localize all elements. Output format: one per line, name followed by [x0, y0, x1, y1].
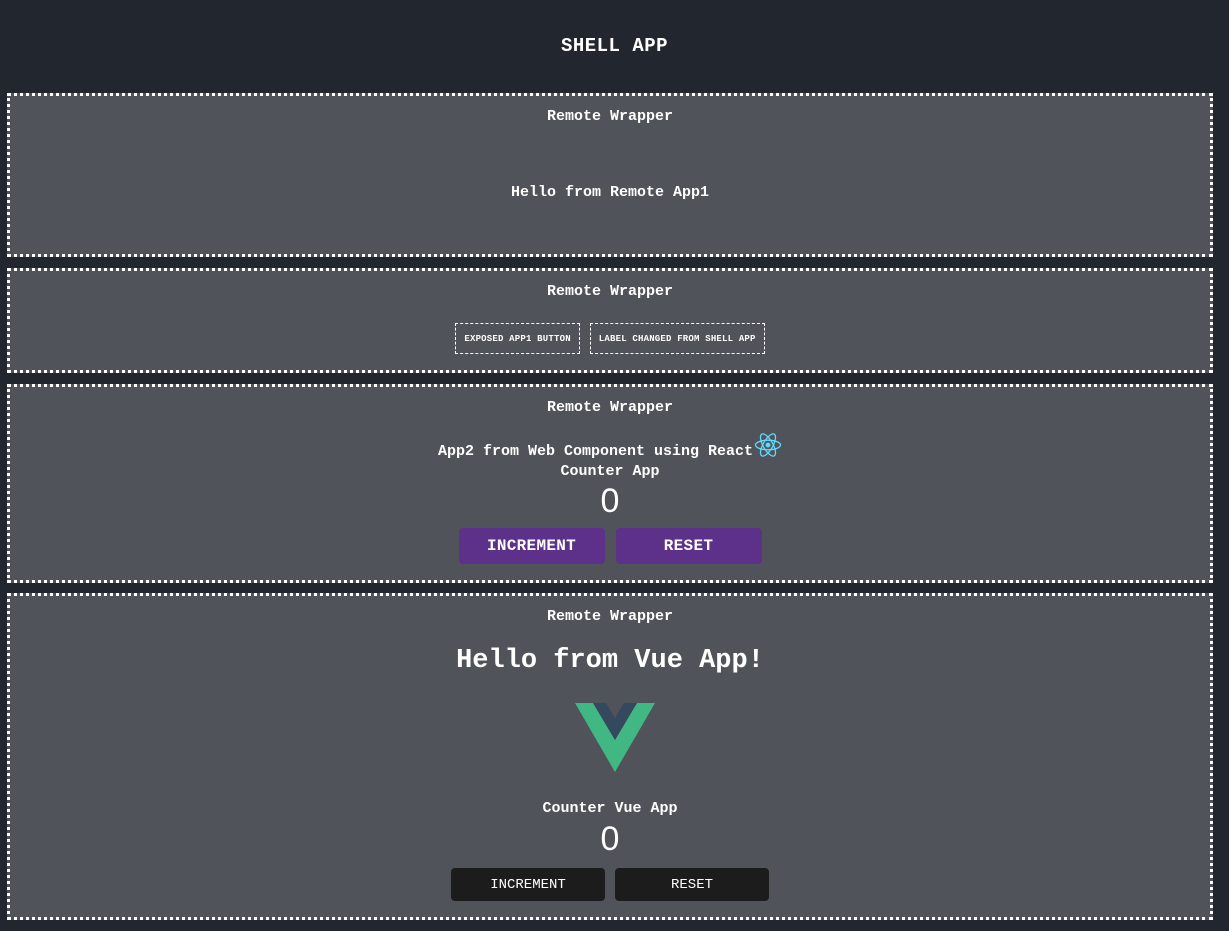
wrapper-title: Remote Wrapper — [546, 108, 674, 125]
remote-wrapper-vue-app: Remote Wrapper Hello from Vue App! Count… — [7, 593, 1213, 920]
label-changed-button[interactable]: LABEL CHANGED FROM SHELL APP — [589, 323, 765, 354]
vue-reset-button[interactable]: RESET — [615, 868, 769, 901]
page-title: SHELL APP — [560, 35, 669, 57]
react-counter-controls: INCREMENT RESET — [10, 528, 1210, 564]
wrapper-title: Remote Wrapper — [546, 608, 674, 625]
vue-counter-title: Counter Vue App — [542, 800, 678, 817]
vue-increment-button[interactable]: INCREMENT — [451, 868, 605, 901]
vue-app-heading: Hello from Vue App! — [456, 646, 764, 676]
vue-counter-controls: INCREMENT RESET — [10, 868, 1210, 901]
react-reset-button[interactable]: RESET — [615, 528, 762, 564]
app2-heading: App2 from Web Component using React — [10, 432, 1210, 460]
react-increment-button[interactable]: INCREMENT — [458, 528, 605, 564]
counter-app-title: Counter App — [560, 463, 660, 480]
app2-heading-text: App2 from Web Component using React — [437, 443, 754, 460]
vue-logo-icon — [575, 703, 655, 772]
vue-counter-value: 0 — [600, 820, 620, 858]
exposed-app1-button[interactable]: EXPOSED APP1 BUTTON — [455, 323, 580, 354]
react-counter-value: 0 — [600, 482, 620, 520]
remote-app1-message: Hello from Remote App1 — [510, 184, 710, 201]
shell-header: SHELL APP — [0, 0, 1229, 92]
remote-wrapper-react-app2: Remote Wrapper App2 from Web Component u… — [7, 384, 1213, 583]
exposed-button-row: EXPOSED APP1 BUTTON LABEL CHANGED FROM S… — [10, 323, 1210, 354]
remote-wrapper-app1: Remote Wrapper Hello from Remote App1 — [7, 93, 1213, 257]
wrapper-title: Remote Wrapper — [546, 283, 674, 300]
remote-wrapper-buttons: Remote Wrapper EXPOSED APP1 BUTTON LABEL… — [7, 268, 1213, 373]
react-logo-icon — [754, 432, 782, 457]
wrapper-title: Remote Wrapper — [546, 399, 674, 416]
